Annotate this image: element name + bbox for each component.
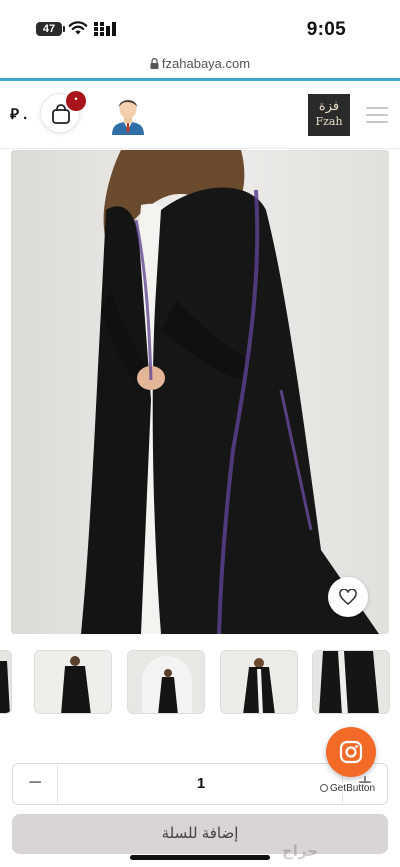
product-main-image[interactable] xyxy=(11,150,389,634)
abaya-photo xyxy=(11,150,389,634)
logo-arabic: فزة xyxy=(318,99,340,114)
menu-line xyxy=(366,121,388,123)
thumbnail[interactable] xyxy=(34,650,112,714)
brand-logo[interactable]: فزة Fzah xyxy=(308,94,350,136)
thumbnail[interactable] xyxy=(127,650,205,714)
menu-icon[interactable] xyxy=(366,107,388,123)
clock: 9:05 xyxy=(306,19,346,40)
cart-count-badge: • xyxy=(66,91,86,111)
thumbnail[interactable] xyxy=(312,650,390,714)
heart-icon xyxy=(339,589,357,605)
add-to-cart-button[interactable]: إضافة للسلة xyxy=(12,814,388,854)
haraj-watermark: حراج xyxy=(282,843,319,860)
instagram-icon xyxy=(339,740,363,764)
menu-line xyxy=(366,114,388,116)
quantity-value[interactable]: 1 xyxy=(58,764,344,804)
cellular-signal-icon xyxy=(94,22,116,36)
thumbnail-strip[interactable] xyxy=(0,646,400,722)
currency-symbol[interactable]: ⃁ . xyxy=(10,105,27,124)
wishlist-button[interactable] xyxy=(328,577,368,617)
battery-indicator: 47 xyxy=(36,22,65,36)
url-text: fzahabaya.com xyxy=(161,56,251,71)
site-header: ⃁ . • فزة Fzah xyxy=(0,81,400,149)
thumbnail[interactable] xyxy=(0,650,12,714)
instagram-button[interactable] xyxy=(326,727,376,777)
wifi-icon xyxy=(68,21,88,35)
menu-line xyxy=(366,107,388,109)
getbutton-credit[interactable]: GetButton xyxy=(318,783,378,794)
thumbnail[interactable] xyxy=(220,650,298,714)
logo-english: Fzah xyxy=(315,115,343,128)
url-bar[interactable]: fzahabaya.com xyxy=(0,56,400,78)
getbutton-icon xyxy=(320,784,328,792)
quantity-decrease-button[interactable]: − xyxy=(13,764,58,804)
status-bar: 47 9:05 xyxy=(0,0,400,56)
lock-icon xyxy=(150,58,159,69)
home-indicator[interactable] xyxy=(130,855,270,860)
getbutton-label: GetButton xyxy=(330,783,376,794)
user-avatar-icon[interactable] xyxy=(110,95,146,135)
